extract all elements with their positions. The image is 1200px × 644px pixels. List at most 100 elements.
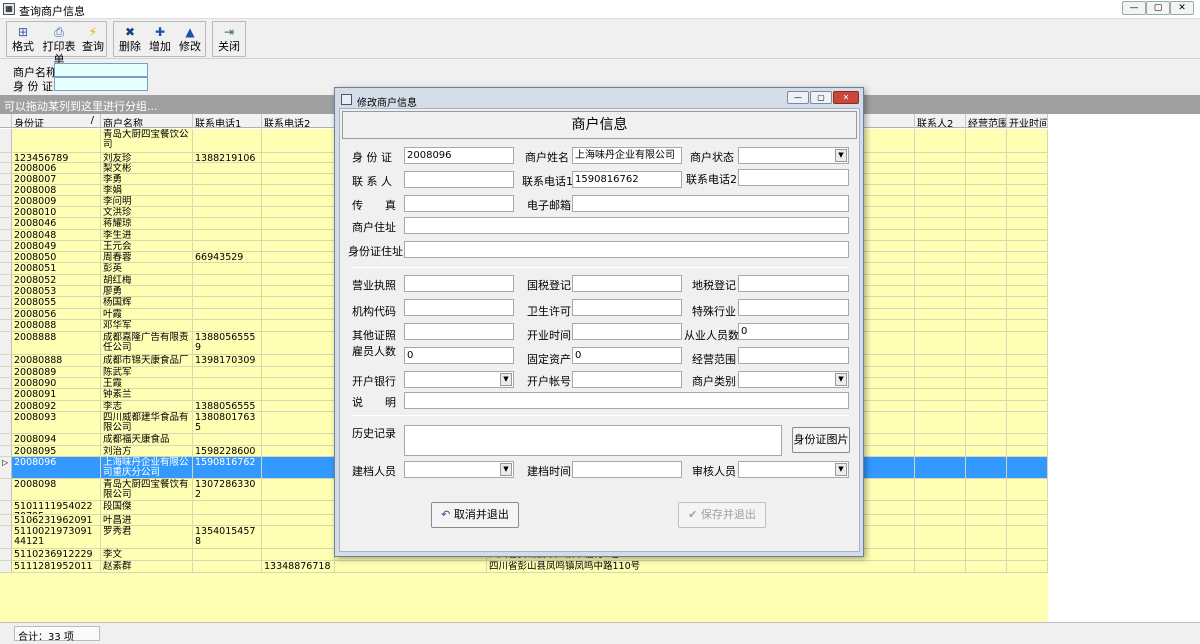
cell-empty [966,196,1007,206]
cell-empty [966,549,1007,560]
maximize-button[interactable]: ▢ [1146,1,1170,15]
tel1-field[interactable]: 1590816762 [572,171,682,188]
local-tax-field[interactable] [738,275,849,292]
row-indicator [0,332,12,354]
cell-id: 2008046 [12,218,101,229]
column-header-id[interactable]: 身份证 / [12,114,101,128]
cell-tel1: 13981703093 [193,355,262,366]
format-button[interactable]: ⊞ 格式 [9,23,37,55]
employees-label: 雇员人数 [352,345,396,358]
category-select[interactable]: ▼ [738,371,849,388]
cell-tel1 [193,174,262,184]
row-indicator [0,153,12,162]
special-industry-field[interactable] [738,299,849,316]
column-header-scope[interactable]: 经营范围 [966,114,1007,128]
creator-select[interactable]: ▼ [404,461,514,478]
cell-tel1: 13880565559 [193,401,262,411]
staff-count-field[interactable]: 0 [738,323,849,340]
org-code-field[interactable] [404,299,514,316]
cell-name: 彭英 [101,263,193,274]
column-header-open-time[interactable]: 开业时间 [1007,114,1048,128]
column-header-name[interactable]: 商户名称 [101,114,193,128]
cell-empty [335,561,487,572]
row-indicator [0,320,12,331]
cell-empty [1007,207,1048,217]
dialog-close-button[interactable]: ✕ [833,91,859,104]
merchant-state-select[interactable]: ▼ [738,147,849,164]
cell-empty [915,129,966,152]
history-textarea[interactable] [404,425,782,456]
merchant-state-label: 商户状态 [690,151,734,164]
cell-tel1 [193,241,262,251]
other-cert-field[interactable] [404,323,514,340]
cell-id: 511023691222967 [12,549,101,560]
license-field[interactable] [404,275,514,292]
column-header-tel2[interactable]: 联系电话2 [262,114,335,128]
column-header-tel1[interactable]: 联系电话1 [193,114,262,128]
account-field[interactable] [572,371,682,388]
health-permit-field[interactable] [572,299,682,316]
auditor-select[interactable]: ▼ [738,461,849,478]
address-field[interactable] [404,217,849,234]
business-scope-field[interactable] [738,347,849,364]
cell-name: 胡红梅 [101,275,193,285]
cell-empty [915,457,966,478]
close-button[interactable]: ✕ [1170,1,1194,15]
dialog-maximize-button[interactable]: ▢ [810,91,832,104]
exit-button[interactable]: ⇥ 关闭 [214,23,244,55]
row-indicator [0,207,12,217]
bank-select[interactable]: ▼ [404,371,514,388]
column-header-contact2[interactable]: 联系人2 [915,114,966,128]
cell-tel2 [262,230,335,240]
cell-empty [966,275,1007,285]
cell-empty [1007,355,1048,366]
special-industry-label: 特殊行业 [692,305,736,318]
add-button[interactable]: ✚ 增加 [146,23,174,55]
row-indicator [0,526,12,548]
id-photo-button[interactable]: 身份证图片 [792,427,850,453]
cancel-exit-button[interactable]: ↶ 取消并退出 [431,502,519,528]
id-card-input[interactable] [54,77,148,91]
cell-empty [1007,241,1048,251]
dialog-minimize-button[interactable]: — [787,91,809,104]
cell-name: 叶昌进 [101,515,193,525]
open-time-field[interactable] [572,323,682,340]
modify-button[interactable]: ▲ 修改 [176,23,204,55]
fixed-assets-field[interactable]: 0 [572,347,682,364]
cell-tel2 [262,196,335,206]
id-field[interactable]: 2008096 [404,147,514,164]
cell-id: 2008053 [12,286,101,296]
row-indicator [0,561,12,572]
description-field[interactable] [404,392,849,409]
row-indicator [0,501,12,514]
print-form-button[interactable]: ⎙ 打印表单 [38,23,80,66]
id-label: 身 份 证 [352,151,392,164]
fax-field[interactable] [404,195,514,212]
table-row[interactable]: 511128195201130027赵素群 13348876718 四川省彭山县凤鸣… [0,561,1048,573]
cell-tel1 [193,263,262,274]
create-time-field[interactable] [572,461,682,478]
cell-tel2: 13348876718 [262,561,335,572]
tel2-field[interactable] [738,169,849,186]
cell-tel2 [262,526,335,548]
minimize-button[interactable]: — [1122,1,1146,15]
cell-empty [1007,378,1048,388]
contact-field[interactable] [404,171,514,188]
id-address-field[interactable] [404,241,849,258]
email-field[interactable] [572,195,849,212]
exit-icon: ⇥ [223,25,235,39]
save-exit-button[interactable]: ✔ 保存并退出 [678,502,766,528]
delete-button[interactable]: ✖ 删除 [116,23,144,55]
employees-field[interactable]: 0 [404,347,514,364]
merchant-name-input[interactable] [54,63,148,77]
cell-name: 李志 [101,401,193,411]
cell-empty [966,446,1007,456]
cell-tel1 [193,378,262,388]
cell-name: 成都嘉隆广告有限责任公司 [101,332,193,354]
cell-empty [915,218,966,229]
cell-empty [915,332,966,354]
query-button[interactable]: ⚡ 查询 [80,23,106,55]
national-tax-field[interactable] [572,275,682,292]
merchant-name-field[interactable]: 上海味丹企业有限公司 [572,147,682,164]
cell-empty [966,163,1007,173]
